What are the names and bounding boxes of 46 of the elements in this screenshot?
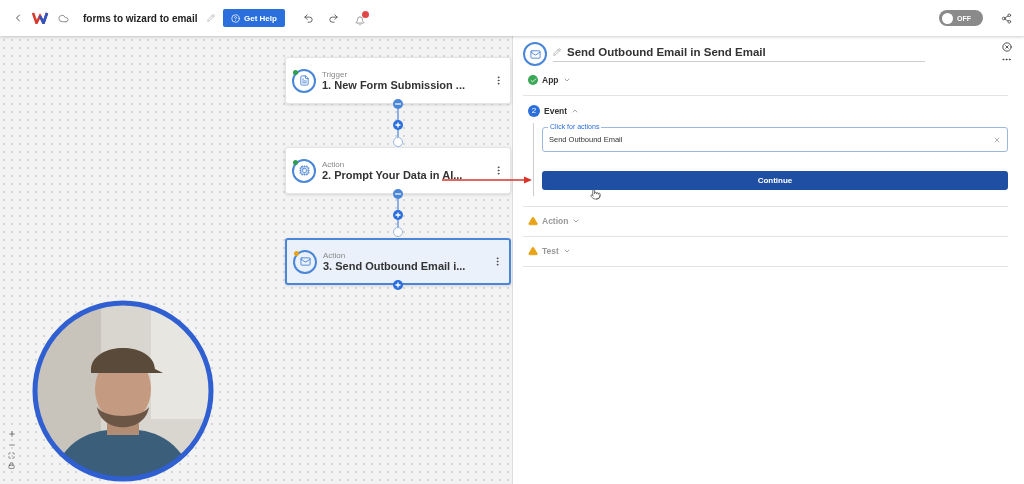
section-title[interactable]: App [542,75,559,85]
check-icon [528,75,538,85]
warning-icon [528,216,538,226]
add-step-icon[interactable] [393,280,403,290]
help-icon [231,13,240,23]
envelope-icon [529,48,541,60]
zoom-out-icon[interactable] [7,441,16,449]
connector-drawing [391,188,405,238]
undo-icon[interactable] [302,12,314,24]
step-title: 3. Send Outbound Email i... [323,260,467,272]
redo-icon[interactable] [327,12,339,24]
step-card[interactable]: Trigger 1. New Form Submission ... [285,57,511,104]
section-title[interactable]: Event [544,106,568,116]
get-help-button[interactable]: Get Help [223,9,285,27]
chevron-icon[interactable] [562,247,571,255]
step-title: 1. New Form Submission ... [322,79,467,91]
chevron-icon[interactable] [571,107,580,115]
step-number: 2 [528,105,540,117]
step-card[interactable]: Action 3. Send Outbound Email i... [285,238,511,285]
document-icon [298,75,310,86]
step-card[interactable]: Action 2. Prompt Your Data in AI... [285,147,511,194]
clear-icon[interactable] [993,135,1001,144]
warning-icon [528,246,538,256]
fit-view-icon[interactable] [8,452,15,459]
close-icon[interactable] [1001,42,1012,52]
step-type: Trigger [322,70,349,79]
envelope-icon [299,256,311,267]
step-type: Action [322,160,346,169]
hand-cursor-icon [590,189,601,200]
notification-icon[interactable] [354,10,369,26]
step-title: 2. Prompt Your Data in AI... [322,169,464,181]
pencil-icon [553,48,561,56]
continue-button[interactable]: Continue [542,171,1008,190]
share-icon[interactable] [1001,12,1012,24]
title-field[interactable]: Send Outbound Email in Send Email [553,42,925,62]
cloud-icon [58,12,69,24]
pencil-icon[interactable] [207,14,215,22]
chevron-icon[interactable] [572,217,581,225]
lock-icon[interactable] [8,462,15,469]
step-type: Action [323,251,347,260]
connector-drawing [391,98,405,148]
zoom-in-icon[interactable] [7,430,16,438]
chevron-icon[interactable] [562,76,571,84]
logo-icon [32,12,50,24]
chip-icon [298,165,310,176]
project-title: forms to wizard to email [83,12,199,24]
